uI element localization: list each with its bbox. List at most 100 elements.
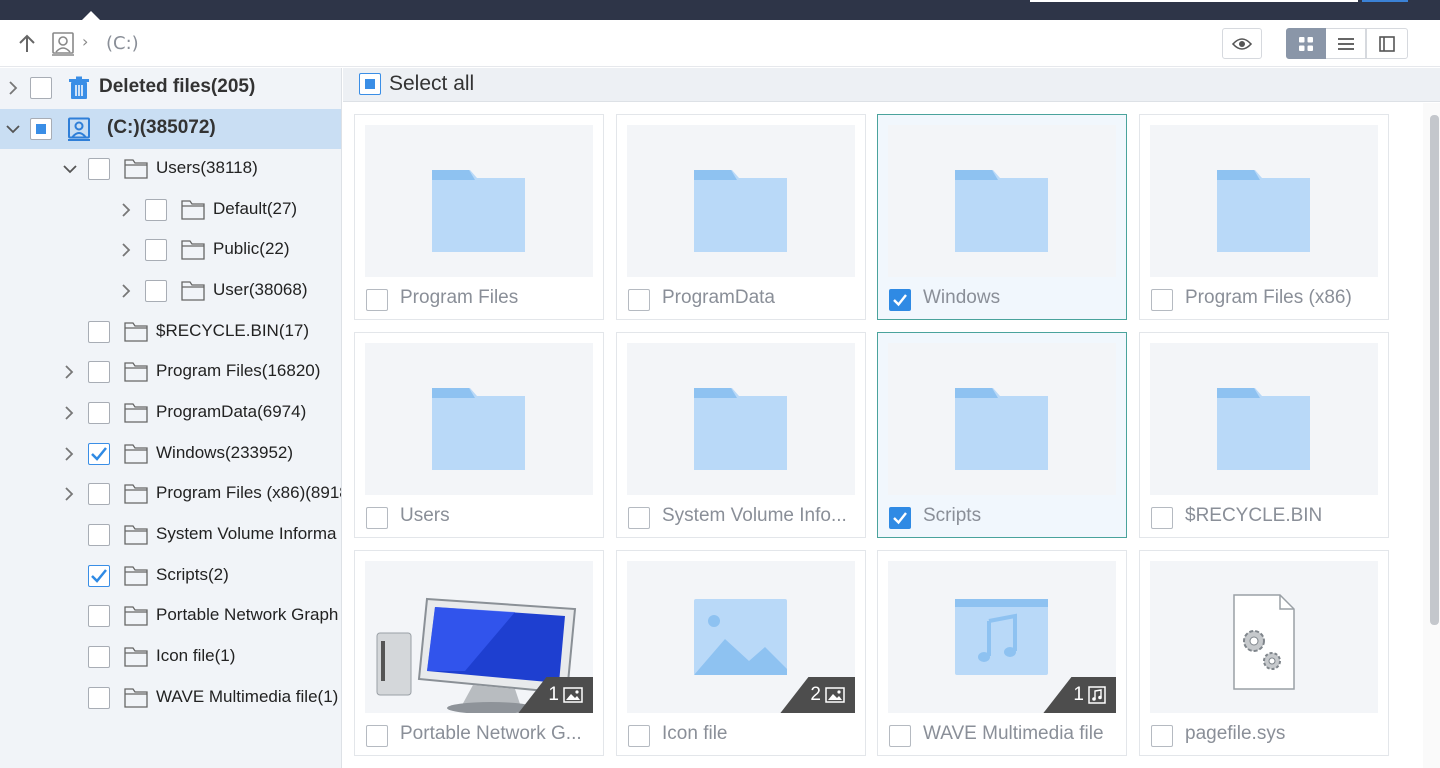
tile-name: Portable Network G... (400, 723, 582, 744)
thumbnail (888, 343, 1116, 495)
chevron-right-icon[interactable] (5, 80, 21, 96)
tree-item-deleted-files[interactable]: Deleted files(205) (0, 68, 341, 108)
file-tile[interactable]: Program Files (354, 114, 604, 320)
file-tile[interactable]: ProgramData (616, 114, 866, 320)
select-all-label[interactable]: Select all (389, 72, 474, 96)
tree-checkbox[interactable] (88, 443, 110, 465)
preview-button[interactable] (1222, 28, 1262, 59)
tree-checkbox[interactable] (30, 77, 52, 99)
select-all-checkbox[interactable] (359, 73, 381, 95)
tile-name: Scripts (923, 505, 982, 526)
tile-checkbox[interactable] (889, 507, 911, 529)
drive-icon[interactable] (50, 31, 76, 57)
file-tile[interactable]: Program Files (x86) (1139, 114, 1389, 320)
eye-icon (1232, 37, 1252, 50)
tree-item-icon-file[interactable]: Icon file(1) (0, 637, 341, 677)
tree-item-public[interactable]: Public(22) (0, 230, 341, 270)
tree-item-users[interactable]: Users(38118) (0, 149, 341, 189)
chevron-right-icon[interactable] (118, 283, 134, 299)
chevron-right-icon[interactable] (61, 364, 77, 380)
tree-checkbox[interactable] (145, 280, 167, 302)
tree-checkbox[interactable] (88, 361, 110, 383)
tile-name: ProgramData (662, 287, 775, 308)
tile-checkbox[interactable] (628, 289, 650, 311)
tree-item-program-files[interactable]: Program Files(16820) (0, 352, 341, 392)
up-arrow-icon[interactable] (14, 32, 40, 56)
tree-item-system-volume-information[interactable]: System Volume Informa (0, 515, 341, 555)
chevron-right-icon[interactable] (61, 446, 77, 462)
tree-checkbox[interactable] (88, 605, 110, 627)
search-input[interactable] (1030, 0, 1358, 2)
file-tile[interactable]: System Volume Info... (616, 332, 866, 538)
tree-item-wave-multimedia-file[interactable]: WAVE Multimedia file(1) (0, 678, 341, 718)
tree-item-label: Windows(233952) (156, 443, 294, 462)
tree-item-default[interactable]: Default(27) (0, 190, 341, 230)
file-tile[interactable]: Scripts (877, 332, 1127, 538)
file-tile[interactable]: $RECYCLE.BIN (1139, 332, 1389, 538)
file-tile[interactable]: 1 Portable Network G... (354, 550, 604, 756)
breadcrumb-path[interactable]: (C:) (106, 33, 139, 54)
tile-checkbox[interactable] (889, 289, 911, 311)
folder-icon (1217, 170, 1310, 252)
chevron-down-icon[interactable] (62, 161, 78, 177)
tree-checkbox[interactable] (145, 199, 167, 221)
tree-item-portable-network-graphics[interactable]: Portable Network Graph (0, 596, 341, 636)
file-tile[interactable]: pagefile.sys (1139, 550, 1389, 756)
tree-item-user[interactable]: User(38068) (0, 271, 341, 311)
folder-tree: Deleted files(205) (C:)(385072) Users(38… (0, 68, 342, 768)
tree-item-label: Portable Network Graph (156, 605, 339, 624)
folder-icon (124, 360, 148, 384)
tree-item-label: Scripts(2) (156, 565, 229, 584)
file-tile[interactable]: Windows (877, 114, 1127, 320)
tree-checkbox[interactable] (88, 158, 110, 180)
tile-checkbox[interactable] (366, 289, 388, 311)
tile-name: Windows (923, 287, 1001, 308)
chevron-right-icon[interactable] (118, 202, 134, 218)
tree-item-windows[interactable]: Windows(233952) (0, 434, 341, 474)
tile-checkbox[interactable] (366, 507, 388, 529)
tree-checkbox[interactable] (88, 565, 110, 587)
grid-view-button[interactable] (1286, 28, 1326, 59)
tile-checkbox[interactable] (1151, 725, 1173, 747)
tree-item-label: Deleted files(205) (99, 76, 256, 97)
tree-checkbox[interactable] (88, 687, 110, 709)
file-tile[interactable]: Users (354, 332, 604, 538)
file-tile[interactable]: 2 Icon file (616, 550, 866, 756)
thumbnail (888, 125, 1116, 277)
tree-item-scripts[interactable]: Scripts(2) (0, 556, 341, 596)
chevron-down-icon[interactable] (5, 121, 21, 137)
tile-checkbox[interactable] (1151, 289, 1173, 311)
tile-checkbox[interactable] (628, 507, 650, 529)
tree-checkbox[interactable] (88, 402, 110, 424)
scrollbar-thumb[interactable] (1430, 115, 1439, 625)
tree-checkbox[interactable] (145, 239, 167, 261)
file-tile[interactable]: 1 WAVE Multimedia file (877, 550, 1127, 756)
detail-view-button[interactable] (1366, 28, 1408, 59)
tree-item-program-files-x86[interactable]: Program Files (x86)(8918 (0, 474, 341, 514)
tree-checkbox[interactable] (30, 118, 52, 140)
tree-item-recycle-bin[interactable]: $RECYCLE.BIN(17) (0, 312, 341, 352)
thumbnail: 1 (888, 561, 1116, 713)
search-button[interactable] (1362, 0, 1408, 2)
tree-item-c-drive[interactable]: (C:)(385072) (0, 109, 341, 149)
breadcrumb-separator: › (82, 32, 89, 51)
tree-checkbox[interactable] (88, 646, 110, 668)
thumbnail: 1 (365, 561, 593, 713)
tile-checkbox[interactable] (628, 725, 650, 747)
folder-icon (181, 238, 205, 262)
tree-checkbox[interactable] (88, 483, 110, 505)
tile-checkbox[interactable] (889, 725, 911, 747)
chevron-right-icon[interactable] (61, 486, 77, 502)
badge-count: 1 (1073, 684, 1084, 705)
tree-checkbox[interactable] (88, 321, 110, 343)
chevron-right-icon[interactable] (61, 405, 77, 421)
tile-checkbox[interactable] (1151, 507, 1173, 529)
list-view-button[interactable] (1326, 28, 1366, 59)
trash-icon (67, 76, 91, 100)
chevron-right-icon[interactable] (118, 242, 134, 258)
folder-icon (181, 198, 205, 222)
tree-checkbox[interactable] (88, 524, 110, 546)
tree-item-programdata[interactable]: ProgramData(6974) (0, 393, 341, 433)
list-icon (1337, 37, 1354, 50)
tile-checkbox[interactable] (366, 725, 388, 747)
